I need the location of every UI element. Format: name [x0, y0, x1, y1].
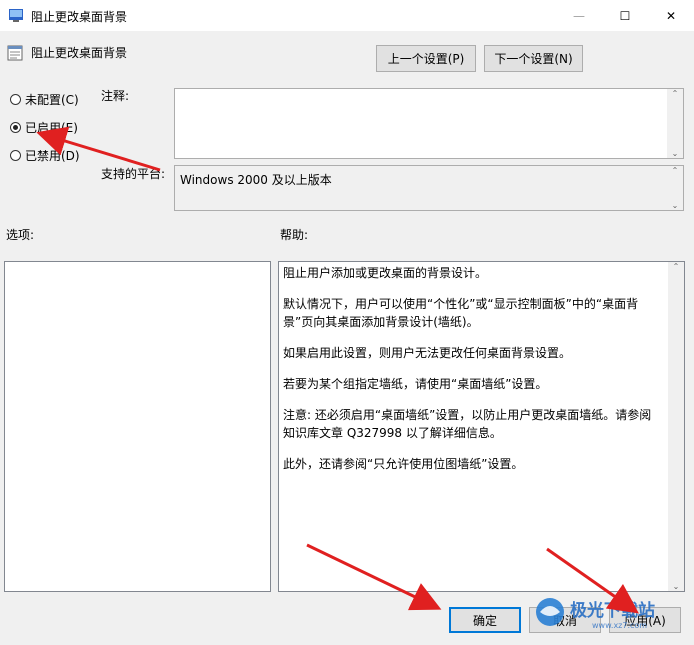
arrow-annotation-overlay	[36, 126, 639, 614]
arrow-annotation	[36, 126, 161, 172]
arrow-annotation	[306, 543, 442, 611]
arrow-annotation	[546, 547, 639, 614]
